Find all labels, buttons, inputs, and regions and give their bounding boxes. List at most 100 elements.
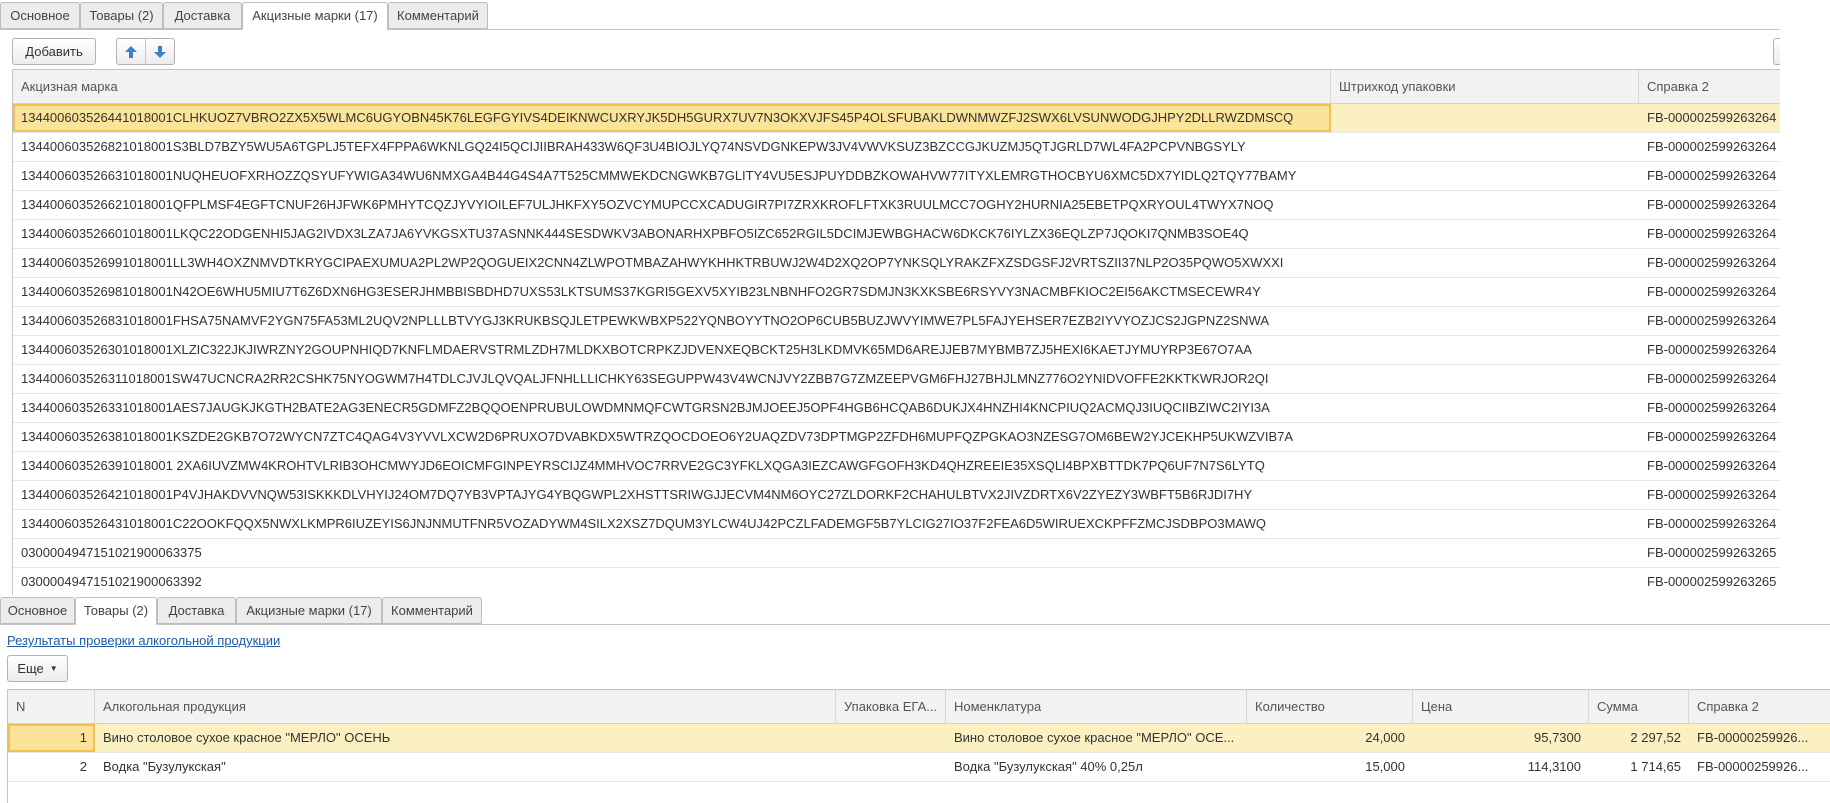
reference-cell[interactable]: FB-000002599263264	[1639, 336, 1780, 364]
barcode-cell[interactable]	[1331, 510, 1639, 538]
arrow-down-icon[interactable]	[145, 39, 174, 64]
table-row[interactable]: 134400603526311018001SW47UCNCRA2RR2CSHK7…	[13, 365, 1780, 394]
reference-cell[interactable]: FB-000002599263264	[1639, 133, 1780, 161]
quantity-cell[interactable]: 15,000	[1247, 753, 1413, 781]
tab-delivery[interactable]: Доставка	[157, 597, 236, 624]
excise-mark-cell[interactable]: 134400603526421018001P4VJHAKDVVNQW53ISKK…	[13, 481, 1331, 509]
barcode-cell[interactable]	[1331, 191, 1639, 219]
reference-cell[interactable]: FB-00000259926...	[1689, 724, 1830, 752]
barcode-cell[interactable]	[1331, 133, 1639, 161]
col-header-n[interactable]: N	[8, 690, 95, 723]
row-number-cell[interactable]: 1	[8, 724, 95, 752]
tab-goods[interactable]: Товары (2)	[75, 597, 157, 625]
egais-pack-cell[interactable]	[836, 753, 946, 781]
barcode-cell[interactable]	[1331, 162, 1639, 190]
alcohol-check-results-link[interactable]: Результаты проверки алкогольной продукци…	[7, 633, 280, 648]
table-row[interactable]: 134400603526831018001FHSA75NAMVF2YGN75FA…	[13, 307, 1780, 336]
reference-cell[interactable]: FB-000002599263264	[1639, 481, 1780, 509]
excise-mark-cell[interactable]: 134400603526431018001C22OOKFQQX5NWXLKMPR…	[13, 510, 1331, 538]
tab-comment[interactable]: Комментарий	[388, 2, 488, 29]
tab-excise-marks[interactable]: Акцизные марки (17)	[236, 597, 382, 624]
reference-cell[interactable]: FB-000002599263265	[1639, 568, 1780, 595]
col-header-excise-mark[interactable]: Акцизная марка	[13, 70, 1331, 103]
reference-cell[interactable]: FB-000002599263264	[1639, 191, 1780, 219]
barcode-cell[interactable]	[1331, 336, 1639, 364]
table-row[interactable]: 134400603526821018001S3BLD7BZY5WU5A6TGPL…	[13, 133, 1780, 162]
reference-cell[interactable]: FB-00000259926...	[1689, 753, 1830, 781]
excise-mark-cell[interactable]: 0300004947151021900063392	[13, 568, 1331, 595]
reference-cell[interactable]: FB-000002599263264	[1639, 249, 1780, 277]
reference-cell[interactable]: FB-000002599263264	[1639, 162, 1780, 190]
reference-cell[interactable]: FB-000002599263264	[1639, 452, 1780, 480]
egais-pack-cell[interactable]	[836, 724, 946, 752]
barcode-cell[interactable]	[1331, 539, 1639, 567]
sum-cell[interactable]: 2 297,52	[1589, 724, 1689, 752]
tab-main[interactable]: Основное	[0, 597, 75, 624]
tab-goods[interactable]: Товары (2)	[80, 2, 163, 29]
row-number-cell[interactable]: 2	[8, 753, 95, 781]
table-row[interactable]: 0300004947151021900063375 FB-000002599263…	[13, 539, 1780, 568]
barcode-cell[interactable]	[1331, 452, 1639, 480]
barcode-cell[interactable]	[1331, 278, 1639, 306]
barcode-cell[interactable]	[1331, 481, 1639, 509]
excise-mark-cell[interactable]: 134400603526441018001CLHKUOZ7VBRO2ZX5X5W…	[13, 104, 1331, 132]
barcode-cell[interactable]	[1331, 423, 1639, 451]
alcohol-product-cell[interactable]: Вино столовое сухое красное "МЕРЛО" ОСЕН…	[95, 724, 836, 752]
col-header-alcohol-product[interactable]: Алкогольная продукция	[95, 690, 836, 723]
excise-mark-cell[interactable]: 134400603526301018001XLZIC322JKJIWRZNY2G…	[13, 336, 1331, 364]
reference-cell[interactable]: FB-000002599263264	[1639, 278, 1780, 306]
more-button-partial[interactable]	[1773, 38, 1780, 65]
barcode-cell[interactable]	[1331, 394, 1639, 422]
tab-delivery[interactable]: Доставка	[163, 2, 242, 29]
barcode-cell[interactable]	[1331, 568, 1639, 595]
barcode-cell[interactable]	[1331, 220, 1639, 248]
table-row[interactable]: 134400603526621018001QFPLMSF4EGFTCNUF26H…	[13, 191, 1780, 220]
nomenclature-cell[interactable]: Водка "Бузулукская" 40% 0,25л	[946, 753, 1247, 781]
table-row[interactable]: 134400603526421018001P4VJHAKDVVNQW53ISKK…	[13, 481, 1780, 510]
excise-mark-cell[interactable]: 134400603526331018001AES7JAUGKJKGTH2BATE…	[13, 394, 1331, 422]
table-row[interactable]: 134400603526301018001XLZIC322JKJIWRZNY2G…	[13, 336, 1780, 365]
tab-comment[interactable]: Комментарий	[382, 597, 482, 624]
reference-cell[interactable]: FB-000002599263264	[1639, 104, 1780, 132]
reference-cell[interactable]: FB-000002599263264	[1639, 365, 1780, 393]
col-header-reference[interactable]: Справка 2	[1689, 690, 1830, 723]
price-cell[interactable]: 95,7300	[1413, 724, 1589, 752]
col-header-nomenclature[interactable]: Номенклатура	[946, 690, 1247, 723]
excise-mark-cell[interactable]: 134400603526991018001LL3WH4OXZNMVDTKRYGC…	[13, 249, 1331, 277]
excise-mark-cell[interactable]: 134400603526831018001FHSA75NAMVF2YGN75FA…	[13, 307, 1331, 335]
excise-mark-cell[interactable]: 134400603526981018001N42OE6WHU5MIU7T6Z6D…	[13, 278, 1331, 306]
col-header-egais-pack[interactable]: Упаковка ЕГА...	[836, 690, 946, 723]
excise-mark-cell[interactable]: 134400603526391018001 2XA6IUVZMW4KROHTVL…	[13, 452, 1331, 480]
table-row[interactable]: 134400603526391018001 2XA6IUVZMW4KROHTVL…	[13, 452, 1780, 481]
excise-mark-cell[interactable]: 134400603526311018001SW47UCNCRA2RR2CSHK7…	[13, 365, 1331, 393]
table-row[interactable]: 134400603526991018001LL3WH4OXZNMVDTKRYGC…	[13, 249, 1780, 278]
sum-cell[interactable]: 1 714,65	[1589, 753, 1689, 781]
col-header-quantity[interactable]: Количество	[1247, 690, 1413, 723]
tab-excise-marks[interactable]: Акцизные марки (17)	[242, 2, 388, 30]
add-button[interactable]: Добавить	[12, 38, 96, 65]
table-row[interactable]: 1 Вино столовое сухое красное "МЕРЛО" ОСЕ…	[8, 724, 1830, 753]
excise-mark-cell[interactable]: 134400603526631018001NUQHEUOFXRHOZZQSYUF…	[13, 162, 1331, 190]
price-cell[interactable]: 114,3100	[1413, 753, 1589, 781]
barcode-cell[interactable]	[1331, 307, 1639, 335]
col-header-reference[interactable]: Справка 2	[1639, 70, 1780, 103]
more-actions-button[interactable]: Еще ▼	[7, 655, 68, 682]
table-row[interactable]: 134400603526981018001N42OE6WHU5MIU7T6Z6D…	[13, 278, 1780, 307]
table-row[interactable]: 0300004947151021900063392 FB-000002599263…	[13, 568, 1780, 595]
table-row[interactable]: 134400603526381018001KSZDE2GKB7O72WYCN7Z…	[13, 423, 1780, 452]
reference-cell[interactable]: FB-000002599263264	[1639, 307, 1780, 335]
barcode-cell[interactable]	[1331, 249, 1639, 277]
reference-cell[interactable]: FB-000002599263264	[1639, 394, 1780, 422]
nomenclature-cell[interactable]: Вино столовое сухое красное "МЕРЛО" ОСЕ.…	[946, 724, 1247, 752]
arrow-up-icon[interactable]	[117, 39, 145, 64]
tab-main[interactable]: Основное	[0, 2, 80, 29]
excise-mark-cell[interactable]: 134400603526381018001KSZDE2GKB7O72WYCN7Z…	[13, 423, 1331, 451]
reference-cell[interactable]: FB-000002599263264	[1639, 510, 1780, 538]
table-row[interactable]: 134400603526431018001C22OOKFQQX5NWXLKMPR…	[13, 510, 1780, 539]
table-row[interactable]: 2 Водка "Бузулукская" Водка "Бузулукская" …	[8, 753, 1830, 782]
excise-mark-cell[interactable]: 134400603526621018001QFPLMSF4EGFTCNUF26H…	[13, 191, 1331, 219]
table-row[interactable]: 134400603526631018001NUQHEUOFXRHOZZQSYUF…	[13, 162, 1780, 191]
table-row[interactable]: 134400603526331018001AES7JAUGKJKGTH2BATE…	[13, 394, 1780, 423]
excise-mark-cell[interactable]: 0300004947151021900063375	[13, 539, 1331, 567]
reference-cell[interactable]: FB-000002599263264	[1639, 423, 1780, 451]
